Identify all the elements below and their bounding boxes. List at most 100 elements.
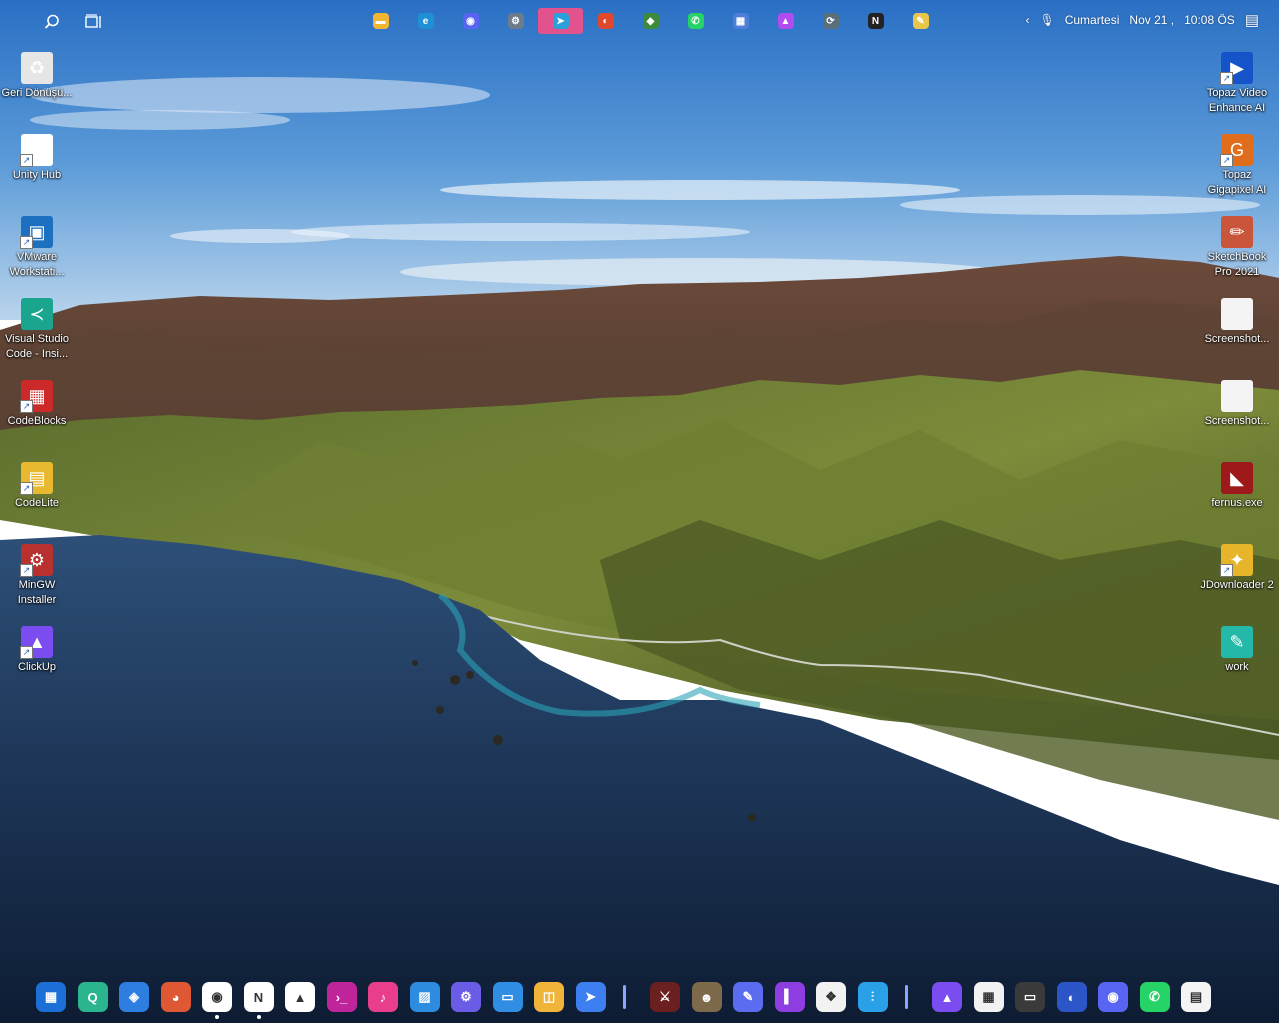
topbar-clickup-icon[interactable]: ▲ bbox=[763, 8, 808, 34]
game-2-icon[interactable]: ☻ bbox=[691, 982, 722, 1012]
notes-icon[interactable]: ◫ bbox=[534, 982, 564, 1012]
topbar-notion-icon[interactable]: N bbox=[853, 8, 898, 34]
desktop-icon-label: VMware Workstati... bbox=[9, 251, 65, 278]
sketchbook-icon: ✏ bbox=[1221, 216, 1253, 248]
topaz-gigapixel-icon: G ↗ bbox=[1220, 134, 1253, 167]
chrome-icon[interactable]: ◉ bbox=[202, 982, 232, 1019]
topbar-file-explorer-icon[interactable]: ▬ bbox=[358, 8, 403, 34]
chevron-left-icon[interactable]: ‹ bbox=[1025, 13, 1029, 27]
topbar-store-icon[interactable]: ▦ bbox=[718, 8, 763, 34]
send-icon[interactable]: ➤ bbox=[575, 982, 606, 1012]
task-view-icon[interactable] bbox=[82, 10, 106, 34]
terminal-icon[interactable]: ›_ bbox=[326, 982, 357, 1012]
date-label: Nov 21 , bbox=[1129, 13, 1175, 27]
store-app-icon[interactable]: ◈ bbox=[119, 982, 149, 1012]
desktop-icon-codeblocks[interactable]: ▦ ↗ CodeBlocks bbox=[0, 380, 74, 429]
desktop-icon-label: JDownloader 2 bbox=[1200, 579, 1274, 591]
edge-icon: e bbox=[417, 13, 434, 29]
vscode-icon: ≺ bbox=[21, 298, 53, 330]
brush-icon[interactable]: ✎ bbox=[733, 982, 763, 1012]
topbar-discord-icon[interactable]: ◉ bbox=[448, 8, 493, 34]
topbar-edge-icon[interactable]: e bbox=[403, 8, 448, 34]
drive-icon[interactable]: ▲ bbox=[285, 982, 315, 1012]
desktop-icon-label: ClickUp bbox=[18, 661, 56, 673]
desktop-icon-topaz-gigapixel[interactable]: G ↗ Topaz Gigapixel AI bbox=[1200, 134, 1274, 198]
jdownloader-icon: ✦ ↗ bbox=[1220, 544, 1253, 577]
microphone-icon[interactable]: 🎙 bbox=[1039, 13, 1054, 27]
screen-capture-icon[interactable]: ▭ bbox=[1015, 982, 1045, 1012]
topbar-sync-icon[interactable]: ⟳ bbox=[808, 8, 853, 34]
desktop-icon-work[interactable]: ✎ work bbox=[1200, 626, 1274, 675]
running-indicator bbox=[215, 1015, 219, 1019]
game-1-icon[interactable]: ⚔ bbox=[650, 982, 680, 1012]
desktop-icon-codelite[interactable]: ▤ ↗ CodeLite bbox=[0, 462, 74, 511]
start-icon[interactable]: ▦ bbox=[36, 982, 66, 1012]
headphones-dock-icon[interactable]: ◐ bbox=[1056, 982, 1087, 1012]
topbar-globe-icon[interactable]: ◆ bbox=[628, 8, 673, 34]
music-icon[interactable]: ♪ bbox=[368, 982, 398, 1012]
settings-dock-icon[interactable]: ⚙ bbox=[451, 982, 481, 1012]
desktop-icon-label: Geri Dönüşü... bbox=[1, 87, 73, 99]
whatsapp-dock-icon[interactable]: ✆ bbox=[1139, 982, 1170, 1012]
file-explorer-icon: ▬ bbox=[372, 13, 389, 29]
desktop-icon-recycle-bin[interactable]: ♻ Geri Dönüşü... bbox=[0, 52, 74, 101]
notifications-icon[interactable]: ▤ bbox=[1245, 11, 1259, 29]
desktop-icon-unity-hub[interactable]: ◇ ↗ Unity Hub bbox=[0, 134, 74, 183]
screenshot-1-icon bbox=[1221, 298, 1253, 330]
desktop-icon-vmware[interactable]: ▣ ↗ VMware Workstati... bbox=[0, 216, 74, 280]
recycle-bin-icon: ♻ bbox=[21, 52, 53, 84]
search-icon[interactable] bbox=[40, 10, 64, 34]
codelite-icon: ▤ ↗ bbox=[20, 462, 53, 495]
duckduckgo-icon[interactable]: ◕ bbox=[160, 982, 191, 1012]
ms-store-icon[interactable]: ▦ bbox=[973, 982, 1004, 1012]
shortcut-arrow-icon: ↗ bbox=[20, 400, 33, 413]
clickup-dock-icon[interactable]: ▲ bbox=[932, 982, 962, 1012]
topbar-headphones-icon[interactable]: ◐ bbox=[583, 8, 628, 34]
desktop-icon-vscode[interactable]: ≺ Visual Studio Code - Insi... bbox=[0, 298, 74, 362]
topbar-settings-icon[interactable]: ⚙ bbox=[493, 8, 538, 34]
notion-dock-icon[interactable]: N bbox=[243, 982, 274, 1019]
desktop-icon-label: Topaz Video Enhance AI bbox=[1206, 87, 1268, 114]
shortcut-arrow-icon: ↗ bbox=[20, 564, 33, 577]
shortcut-arrow-icon: ↗ bbox=[1220, 72, 1233, 85]
desktop-wallpaper bbox=[0, 0, 1279, 1023]
shortcut-arrow-icon: ↗ bbox=[20, 646, 33, 659]
desktop-icon-label: Screenshot... bbox=[1204, 415, 1270, 427]
mixer-icon[interactable]: ⫶ bbox=[857, 982, 888, 1012]
shortcut-arrow-icon: ↗ bbox=[1220, 154, 1233, 167]
certificate-icon[interactable]: ▤ bbox=[1181, 982, 1211, 1012]
notepad-icon: ✎ bbox=[912, 13, 929, 29]
pinned-apps: ▬ e ◉ ⚙ ➤ ◐ ◆ ✆ ▦ ▲ ⟳ N ✎ bbox=[358, 8, 943, 34]
desktop-icon-label: Screenshot... bbox=[1204, 333, 1270, 345]
desktop-icon-label: Topaz Gigapixel AI bbox=[1207, 169, 1267, 196]
discord-dock-icon[interactable]: ◉ bbox=[1098, 982, 1128, 1012]
topbar-whatsapp-icon[interactable]: ✆ bbox=[673, 8, 718, 34]
files-icon[interactable]: ▭ bbox=[492, 982, 523, 1012]
desktop-icon-sketchbook[interactable]: ✏ SketchBook Pro 2021 bbox=[1200, 216, 1274, 280]
desktop-icon-label: SketchBook Pro 2021 bbox=[1207, 251, 1267, 278]
shortcut-arrow-icon: ↗ bbox=[20, 236, 33, 249]
running-indicator bbox=[256, 1015, 261, 1019]
clickup-icon: ▲ bbox=[777, 13, 794, 29]
desktop-icon-screenshot-2[interactable]: Screenshot... bbox=[1200, 380, 1274, 429]
sync-icon: ⟳ bbox=[822, 13, 839, 29]
topbar-telegram-icon[interactable]: ➤ bbox=[538, 8, 583, 34]
desktop-icon-fernus[interactable]: ◣ fernus.exe bbox=[1200, 462, 1274, 511]
desktop-icon-clickup[interactable]: ▲ ↗ ClickUp bbox=[0, 626, 74, 675]
desktop-icon-mingw[interactable]: ⚙ ↗ MinGW Installer bbox=[0, 544, 74, 608]
vmware-icon: ▣ ↗ bbox=[20, 216, 53, 249]
shortcut-arrow-icon: ↗ bbox=[1220, 564, 1233, 577]
desktop-icon-topaz-video[interactable]: ▶ ↗ Topaz Video Enhance AI bbox=[1200, 52, 1274, 116]
topbar-notepad-icon[interactable]: ✎ bbox=[898, 8, 943, 34]
discord-icon: ◉ bbox=[462, 13, 479, 29]
store-icon: ▦ bbox=[732, 13, 749, 29]
cube-icon[interactable]: ❖ bbox=[816, 982, 846, 1012]
screenshot-2-icon bbox=[1221, 380, 1253, 412]
desktop-icon-label: CodeLite bbox=[14, 497, 60, 509]
search-app-icon[interactable]: Q bbox=[77, 982, 108, 1012]
photos-icon[interactable]: ▨ bbox=[409, 982, 440, 1012]
desktop-icon-jdownloader[interactable]: ✦ ↗ JDownloader 2 bbox=[1200, 544, 1274, 593]
desktop-icon-screenshot-1[interactable]: Screenshot... bbox=[1200, 298, 1274, 347]
clock[interactable]: 10:08 ÖS bbox=[1184, 13, 1235, 27]
audio-icon[interactable]: ▍ bbox=[774, 982, 805, 1012]
